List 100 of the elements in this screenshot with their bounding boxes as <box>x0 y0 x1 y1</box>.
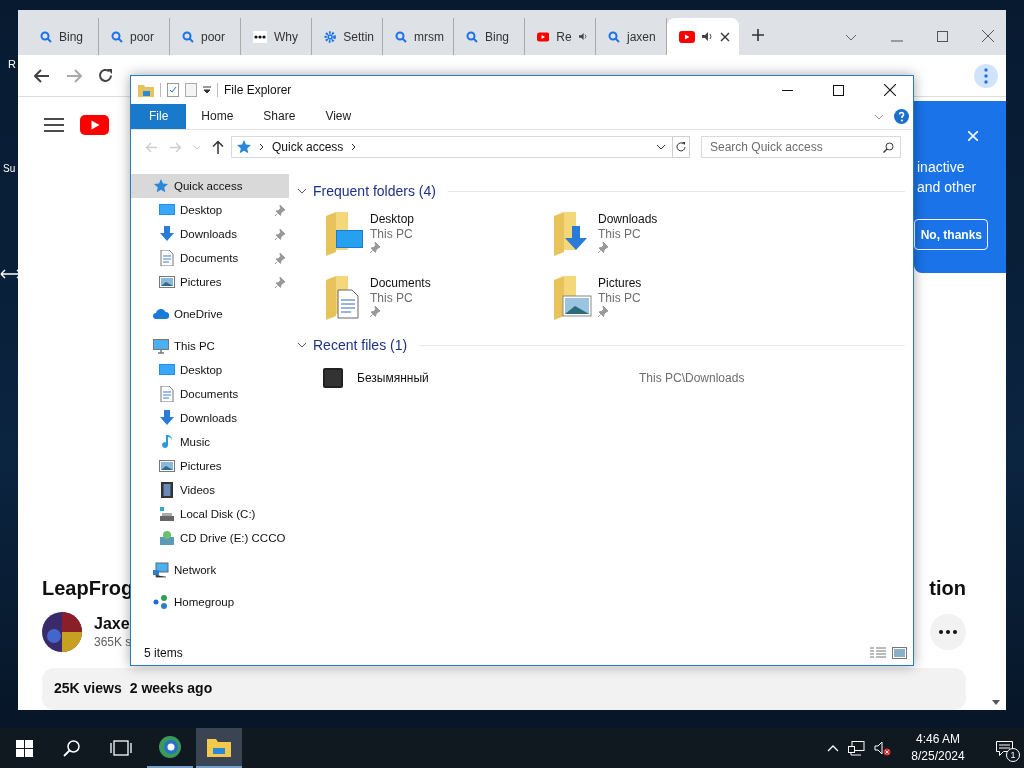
tab-search-icon[interactable] <box>845 34 857 42</box>
search-icon <box>111 30 123 43</box>
folder-tile[interactable]: Downloads This PC <box>552 212 780 256</box>
task-view-icon[interactable] <box>110 740 132 756</box>
help-icon[interactable] <box>894 109 909 124</box>
browser-tab[interactable]: poor <box>99 18 170 55</box>
browser-tab[interactable] <box>667 18 739 55</box>
navigation-item[interactable]: Homegroup <box>131 590 289 614</box>
new-tab-icon[interactable] <box>751 28 765 42</box>
view-count: 25K views <box>54 680 122 696</box>
browser-tab[interactable]: Re <box>525 18 596 55</box>
navigation-item[interactable]: Pictures <box>131 454 289 478</box>
navigation-item[interactable]: Downloads <box>131 222 289 246</box>
expand-ribbon-icon[interactable] <box>874 113 884 120</box>
file-name[interactable]: Безымянный <box>357 371 625 385</box>
search-field[interactable]: Search Quick access <box>701 136 901 158</box>
close-icon[interactable] <box>884 84 896 96</box>
browser-tab[interactable]: mrsm <box>383 18 454 55</box>
dropdown-icon[interactable] <box>203 86 211 94</box>
folder-tile[interactable]: Desktop This PC <box>324 212 552 256</box>
star-icon <box>237 140 251 154</box>
navigation-item[interactable]: Pictures <box>131 270 289 294</box>
network-icon[interactable] <box>848 740 865 756</box>
globe-icon <box>158 735 182 759</box>
description-box[interactable]: 25K views 2 weeks ago <box>42 668 966 710</box>
settings-icon <box>324 29 337 44</box>
reload-icon[interactable] <box>98 68 113 83</box>
refresh-icon[interactable] <box>672 136 690 158</box>
document-icon <box>159 250 175 266</box>
group-header[interactable]: Recent files (1) <box>297 334 905 356</box>
large-icons-view-icon[interactable] <box>892 647 907 659</box>
navigation-item[interactable]: Network <box>131 558 289 582</box>
notifications-button[interactable]: 1 <box>984 728 1024 768</box>
search-icon <box>466 30 478 43</box>
ribbon-tab[interactable]: View <box>310 104 367 129</box>
channel-avatar[interactable] <box>42 612 82 652</box>
navigation-item[interactable]: Documents <box>131 246 289 270</box>
scroll-down-icon[interactable] <box>992 700 1000 705</box>
group-header[interactable]: Frequent folders (4) <box>297 180 905 202</box>
clock[interactable]: 4:46 AM 8/25/2024 <box>900 731 976 765</box>
dismiss-button[interactable]: No, thanks <box>914 219 988 250</box>
navigation-item[interactable]: Documents <box>131 382 289 406</box>
file-icon <box>323 368 343 388</box>
homegroup-icon <box>153 594 169 610</box>
window-title: File Explorer <box>224 83 292 97</box>
more-button[interactable] <box>930 614 966 650</box>
message-icon <box>995 740 1013 756</box>
down-arrow-icon <box>159 226 175 242</box>
navigation-item[interactable]: Downloads <box>131 406 289 430</box>
desktop-icon-label[interactable]: R <box>8 58 16 70</box>
ribbon-tab[interactable]: Share <box>248 104 311 129</box>
navigation-item[interactable]: Local Disk (C:) <box>131 502 289 526</box>
dropdown-icon[interactable] <box>656 144 666 150</box>
tab-title: mrsm <box>414 29 444 44</box>
ribbon-tab[interactable]: Home <box>186 104 249 129</box>
navigation-item[interactable]: Desktop <box>131 198 289 222</box>
folder-name: Desktop <box>370 212 415 226</box>
folder-tile[interactable]: Pictures This PC <box>552 276 780 320</box>
navigation-item[interactable]: CD Drive (E:) CCCO <box>131 526 289 550</box>
windows-start-icon[interactable] <box>16 739 33 757</box>
address-bar[interactable]: Quick access <box>231 136 673 158</box>
browser-tab[interactable]: Bing <box>28 18 99 55</box>
navigation-item[interactable]: Music <box>131 430 289 454</box>
pin-icon <box>370 242 380 253</box>
item-count: 5 items <box>144 646 183 660</box>
navigation-item[interactable]: Quick access <box>131 174 289 198</box>
minimize-icon[interactable] <box>782 89 793 91</box>
browser-tab[interactable]: Settin <box>312 18 383 55</box>
show-hidden-icons-icon[interactable] <box>827 744 839 752</box>
desktop-icon-label[interactable]: Su <box>3 163 16 174</box>
maximize-icon[interactable] <box>833 84 844 96</box>
close-icon[interactable] <box>720 31 730 42</box>
menu-icon[interactable] <box>44 118 64 132</box>
browser-tab[interactable]: Bing <box>454 18 525 55</box>
back-icon[interactable] <box>34 68 50 83</box>
search-icon <box>608 30 620 43</box>
search-icon <box>40 30 52 43</box>
chevron-icon <box>351 143 357 151</box>
monitor-icon <box>159 202 175 218</box>
channel-name[interactable]: Jaxe <box>94 615 132 633</box>
star-icon <box>153 178 169 194</box>
tab-title: poor <box>201 29 226 44</box>
video-logo-icon[interactable] <box>80 115 109 135</box>
navigation-item[interactable]: This PC <box>131 334 289 358</box>
pin-icon <box>598 242 608 253</box>
taskbar-app[interactable] <box>196 728 242 768</box>
navigation-item[interactable]: Desktop <box>131 358 289 382</box>
ribbon-tab[interactable]: File <box>131 104 187 129</box>
pin-icon <box>275 204 285 216</box>
muted-speaker-icon[interactable] <box>874 740 891 756</box>
search-icon[interactable] <box>63 739 80 757</box>
up-arrow-icon[interactable] <box>212 140 224 154</box>
navigation-item[interactable]: OneDrive <box>131 302 289 326</box>
navigation-item[interactable]: Videos <box>131 478 289 502</box>
browser-tab[interactable]: poor <box>170 18 241 55</box>
folder-location: This PC <box>370 227 414 241</box>
folder-tile[interactable]: Documents This PC <box>324 276 552 320</box>
computer-icon <box>153 338 169 354</box>
properties-icon[interactable] <box>167 83 179 97</box>
browser-tab[interactable]: Why <box>241 18 312 55</box>
